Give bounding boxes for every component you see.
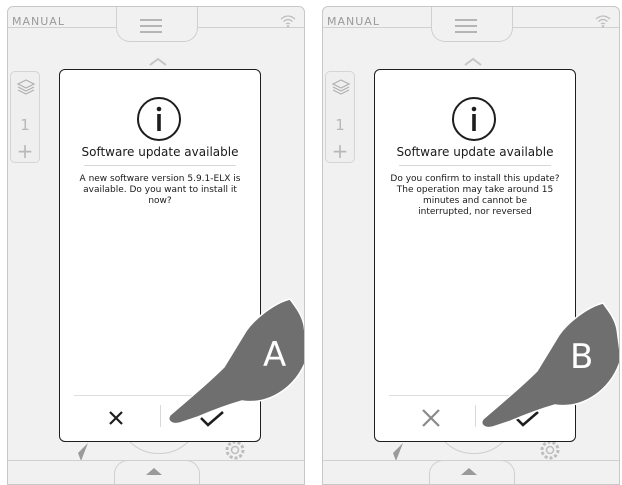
step-label: A [263, 335, 287, 375]
dialog-message: A new software version 5.9.1-ELX is avai… [79, 174, 241, 206]
layer-number: 1 [20, 116, 30, 134]
arrow-hint-icon [464, 57, 482, 66]
menu-icon[interactable] [140, 19, 162, 33]
mode-label: MANUAL [12, 15, 65, 28]
expand-up-icon[interactable] [461, 468, 477, 475]
dialog-title: Software update available [81, 145, 239, 159]
dialog-title: Software update available [396, 145, 554, 159]
mode-label: MANUAL [327, 15, 380, 28]
info-icon [452, 97, 496, 141]
divider [399, 165, 551, 166]
pointing-hand-icon [481, 302, 619, 429]
layer-tab[interactable]: 1 + [10, 71, 40, 163]
device-screen-a: MANUAL 1 + Software update available A n… [7, 6, 305, 485]
layers-icon [331, 79, 351, 95]
x-icon [109, 411, 123, 425]
top-bar: MANUAL [323, 7, 619, 43]
arrow-hint-icon [149, 57, 167, 66]
wifi-icon [595, 15, 611, 28]
layer-number: 1 [335, 116, 345, 134]
layers-icon [16, 79, 36, 95]
divider [84, 165, 236, 166]
x-icon [422, 409, 440, 427]
plus-icon[interactable]: + [326, 141, 354, 161]
device-screen-b: MANUAL 1 + Software update available Do … [322, 6, 620, 485]
menu-icon[interactable] [455, 19, 477, 33]
cancel-button[interactable] [395, 400, 467, 436]
dialog-message: Do you confirm to install this update? T… [390, 174, 560, 217]
step-label: B [570, 337, 594, 377]
plus-icon[interactable]: + [11, 141, 39, 161]
cancel-button[interactable] [80, 400, 152, 436]
info-icon [137, 97, 181, 141]
expand-up-icon[interactable] [146, 468, 162, 475]
layer-tab[interactable]: 1 + [325, 71, 355, 163]
wifi-icon [280, 15, 296, 28]
top-bar: MANUAL [8, 7, 304, 43]
